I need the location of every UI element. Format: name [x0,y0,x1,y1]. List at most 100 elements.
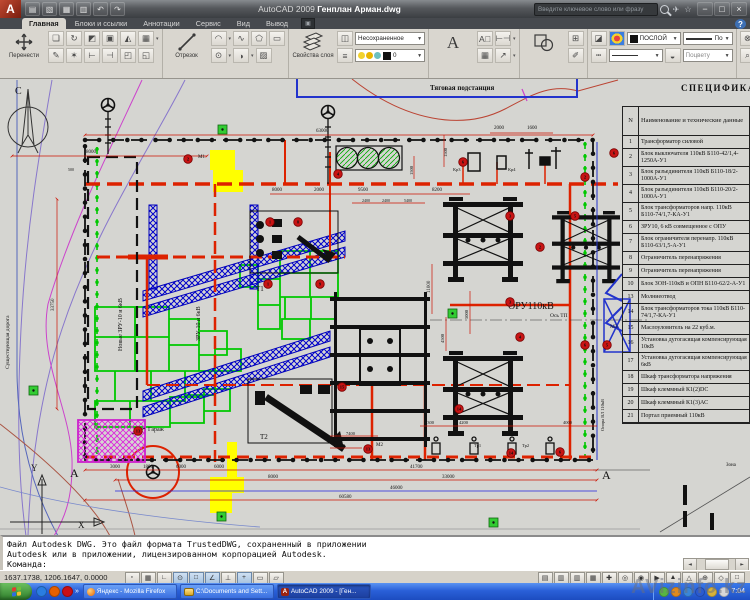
scroll-thumb[interactable] [705,559,729,570]
cleanscreen-button[interactable]: □ [729,571,745,584]
layer-properties-button[interactable]: Свойства слоя [292,31,334,60]
minimize-button[interactable]: − [697,2,713,16]
line-button[interactable]: Отрезок [166,31,208,60]
circle-tool-icon[interactable]: ⊙ [210,48,227,63]
ellipse-tool-icon[interactable]: ◑ [233,48,250,63]
layout1-button[interactable]: ▥ [553,571,569,584]
layer-state-icon[interactable]: ◫ [337,31,354,46]
tray-globe-icon[interactable] [683,586,694,597]
layout2-button[interactable]: ▥ [569,571,585,584]
insert-block-button[interactable] [523,31,565,53]
linetype-icon[interactable]: ┅ [590,48,607,63]
scroll-right-icon[interactable]: ► [735,559,748,570]
coordinates-readout[interactable]: 1637.1738, 1206.1647, 0.0000 [0,573,124,582]
tray-orange-icon[interactable] [671,586,682,597]
plot-button[interactable]: ▥ [76,2,91,16]
tab-annotate[interactable]: Аннотации [136,18,186,29]
command-prompt[interactable]: Команда: [7,559,750,569]
favorites-star-icon[interactable]: ☆ [682,3,694,15]
lwt-toggle[interactable]: ▭ [252,571,268,584]
qp-toggle[interactable]: ▱ [268,571,284,584]
array-tool-icon[interactable]: ▦ [138,31,154,46]
polar-toggle[interactable]: ⊙ [172,571,188,584]
rotate-tool-icon[interactable]: ↻ [66,31,82,46]
osnap-toggle[interactable]: □ [188,571,204,584]
close-button[interactable]: × [731,2,747,16]
hatch-tool-icon[interactable]: ▨ [255,48,272,63]
lineweight-select[interactable]: По ▼ [682,32,733,45]
zoom-button[interactable]: ◎ [617,571,633,584]
tray-shield-icon[interactable] [659,586,670,597]
layer-lock-icon[interactable] [374,52,382,59]
table-tool-icon[interactable]: ▦ [477,48,494,63]
tab-view[interactable]: Вид [230,18,257,29]
text-button[interactable]: A [432,31,474,53]
annotation-scale-button[interactable]: ▲ [665,571,681,584]
ortho-toggle[interactable]: ∟ [156,571,172,584]
otrack-toggle[interactable]: ∠ [204,571,220,584]
dyn-toggle[interactable]: + [236,571,252,584]
tab-tools[interactable]: Сервис [189,18,228,29]
new-file-button[interactable]: ▤ [25,2,40,16]
grid-toggle[interactable]: ▦ [140,571,156,584]
layer-state-select[interactable]: Несохраненное ▼ [355,32,426,45]
polyline-tool-icon[interactable]: ∿ [233,31,250,46]
polygon-tool-icon[interactable]: ⬠ [251,31,268,46]
search-input[interactable]: Введите ключевое слово или фразу [534,2,658,16]
linetype-select[interactable]: ▼ [608,49,663,62]
workspace-lock-button[interactable]: ◇ [713,571,729,584]
command-window[interactable]: Файл Autodesk DWG. Это файл формата Trus… [0,535,750,574]
layer-select[interactable]: 0 ▼ [355,49,426,62]
annotation-visibility-button[interactable]: △ [681,571,697,584]
move-button[interactable]: Перенести [3,31,45,60]
autocad-logo-icon[interactable]: A [0,0,21,18]
showmotion-button[interactable]: ▶ [649,571,665,584]
pan-button[interactable]: ✚ [601,571,617,584]
search-icon[interactable] [658,3,670,15]
task-firefox[interactable]: Яндекс - Mozilla Firefox [82,584,177,599]
zoom-utility-icon[interactable]: ⌕ [739,48,750,63]
restore-button[interactable]: □ [714,2,730,16]
color-wheel-icon[interactable] [608,31,625,46]
tray-volume-icon[interactable] [719,586,730,597]
rectangle-tool-icon[interactable]: ▭ [269,31,286,46]
tray-gold-icon[interactable] [707,586,718,597]
ie-quicklaunch-icon[interactable] [36,586,47,597]
color-select[interactable]: ПОСЛОЙ ▼ [626,32,681,45]
help-icon[interactable]: ? [735,19,746,29]
firefox-quicklaunch-icon[interactable] [49,586,60,597]
quickview-button[interactable]: ▦ [585,571,601,584]
annotation-auto-button[interactable]: ⊕ [697,571,713,584]
scroll-left-icon[interactable]: ◄ [684,559,697,570]
tab-blocks[interactable]: Блоки и ссылки [68,18,135,29]
task-explorer[interactable]: C:\Documents and Sett... [179,584,274,599]
steeringwheel-button[interactable]: ◉ [633,571,649,584]
fillet-tool-icon[interactable]: ◰ [120,48,136,63]
layer-on-bulb-icon[interactable] [358,52,366,59]
tab-home[interactable]: Главная [22,18,66,29]
communication-center-icon[interactable]: ✈ [670,3,682,15]
measure-icon[interactable]: ⊗ [739,31,750,46]
mirror-tool-icon[interactable]: ◭ [120,31,136,46]
leader-tool-icon[interactable]: ↗ [495,48,512,63]
redo-button[interactable]: ↷ [110,2,125,16]
extend-tool-icon[interactable]: ⊢ [84,48,100,63]
edit-block-icon[interactable]: ✐ [567,48,584,63]
snap-toggle[interactable]: ▫ [124,571,140,584]
explode-tool-icon[interactable]: ✶ [66,48,82,63]
plotstyle-icon[interactable]: ◒ [664,48,681,63]
tab-output[interactable]: Вывод [259,18,295,29]
tray-blue-icon[interactable] [695,586,706,597]
break-tool-icon[interactable]: ⊣ [102,48,118,63]
task-autocad[interactable]: A AutoCAD 2009 - [Ген... [276,584,371,599]
model-button[interactable]: ▤ [537,571,553,584]
create-block-icon[interactable]: ⊞ [567,31,584,46]
erase-tool-icon[interactable]: ✎ [48,48,64,63]
start-button[interactable] [0,583,32,600]
copy-tool-icon[interactable]: ❏ [48,31,64,46]
scale-tool-icon[interactable]: ▣ [102,31,118,46]
taskbar-clock[interactable]: 7:04 [731,588,745,595]
dimension-tool-icon[interactable]: ⊢⊣ [495,31,512,46]
ducs-toggle[interactable]: ⊥ [220,571,236,584]
undo-button[interactable]: ↶ [93,2,108,16]
